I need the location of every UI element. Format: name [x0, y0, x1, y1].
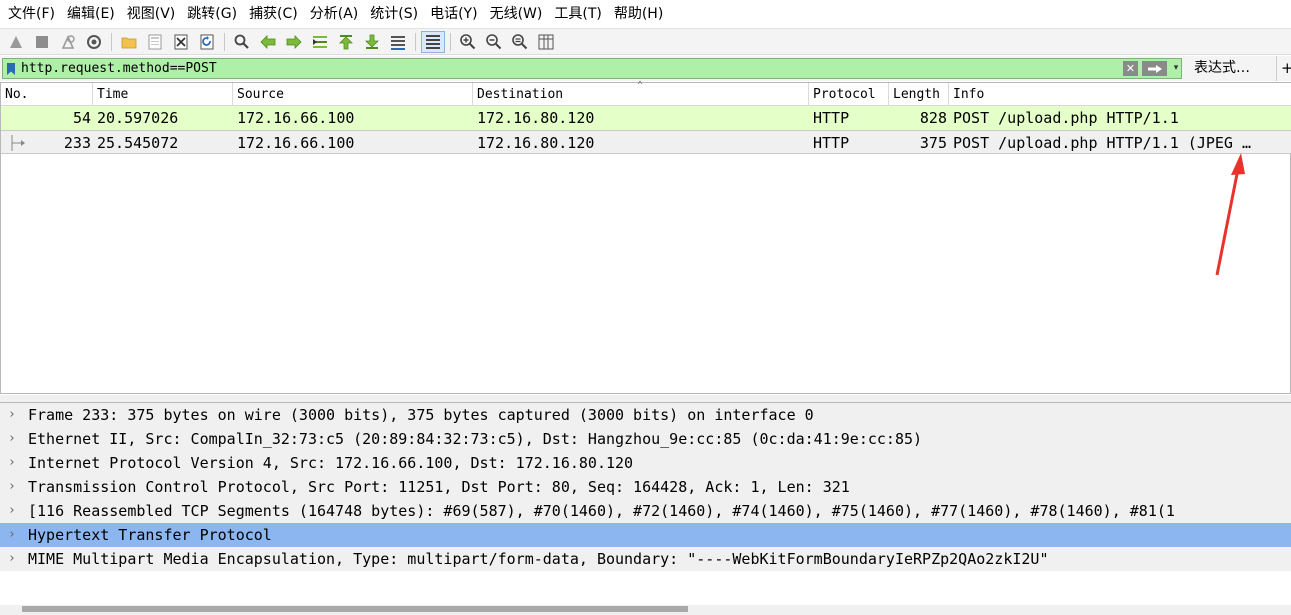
toolbar-divider: [111, 32, 112, 51]
tree-item-label: MIME Multipart Media Encapsulation, Type…: [28, 550, 1049, 568]
tree-item-label: Frame 233: 375 bytes on wire (3000 bits)…: [28, 406, 814, 424]
stop-capture-icon[interactable]: [30, 31, 54, 53]
resize-columns-icon[interactable]: [534, 31, 558, 53]
tree-item-mime-multipart[interactable]: › MIME Multipart Media Encapsulation, Ty…: [0, 547, 1291, 571]
start-capture-icon[interactable]: [4, 31, 28, 53]
menu-statistics[interactable]: 统计(S): [364, 0, 424, 28]
column-header-length[interactable]: Length: [889, 83, 949, 106]
packet-source: 172.16.66.100: [237, 134, 355, 152]
menu-go[interactable]: 跳转(G): [181, 0, 243, 28]
pane-splitter[interactable]: [0, 395, 1291, 402]
main-toolbar: [0, 28, 1291, 55]
go-last-icon[interactable]: [360, 31, 384, 53]
autoscroll-icon[interactable]: [386, 31, 410, 53]
toolbar-divider: [224, 32, 225, 51]
annotation-arrow-icon: [1215, 153, 1245, 276]
packet-time: 25.545072: [97, 134, 179, 152]
tree-item-http[interactable]: › Hypertext Transfer Protocol: [0, 523, 1291, 547]
clear-filter-button[interactable]: ✕: [1123, 61, 1138, 76]
menu-view[interactable]: 视图(V): [121, 0, 182, 28]
tree-item-label: Ethernet II, Src: CompalIn_32:73:c5 (20:…: [28, 430, 923, 448]
horizontal-scrollbar-thumb[interactable]: [22, 606, 688, 612]
zoom-in-icon[interactable]: [456, 31, 480, 53]
display-filter-bar: ✕ ▾: [0, 56, 1291, 81]
toolbar-divider: [450, 32, 451, 51]
column-header-info[interactable]: Info: [949, 83, 1291, 106]
capture-options-icon[interactable]: [82, 31, 106, 53]
tree-item-label: Internet Protocol Version 4, Src: 172.16…: [28, 454, 634, 472]
tree-item-label: Hypertext Transfer Protocol: [28, 526, 272, 544]
packet-destination: 172.16.80.120: [477, 109, 595, 127]
tree-item-tcp[interactable]: › Transmission Control Protocol, Src Por…: [0, 475, 1291, 499]
display-filter-input[interactable]: [19, 59, 1109, 78]
tree-item-reassembled-segments[interactable]: › [116 Reassembled TCP Segments (164748 …: [0, 499, 1291, 523]
close-file-icon[interactable]: [169, 31, 193, 53]
find-packet-icon[interactable]: [230, 31, 254, 53]
reload-file-icon[interactable]: [195, 31, 219, 53]
column-header-time[interactable]: Time: [93, 83, 233, 106]
menu-telephony[interactable]: 电话(Y): [424, 0, 483, 28]
column-header-no[interactable]: No.: [1, 83, 93, 106]
column-header-source[interactable]: Source: [233, 83, 473, 106]
apply-filter-button[interactable]: [1142, 61, 1167, 76]
add-filter-button[interactable]: +: [1276, 56, 1291, 81]
menu-edit[interactable]: 编辑(E): [61, 0, 121, 28]
colorize-icon[interactable]: [421, 30, 445, 53]
chevron-right-icon[interactable]: ›: [8, 403, 16, 427]
expression-button[interactable]: 表达式…: [1194, 56, 1250, 81]
packet-source: 172.16.66.100: [237, 109, 355, 127]
menu-help[interactable]: 帮助(H): [608, 0, 669, 28]
packet-list: No. Time Source Destination Protocol Len…: [0, 80, 1291, 394]
chevron-right-icon[interactable]: ›: [8, 427, 16, 451]
chevron-right-icon[interactable]: ›: [8, 547, 16, 571]
menu-file[interactable]: 文件(F): [2, 0, 61, 28]
filter-bookmark-icon[interactable]: [3, 59, 19, 78]
toolbar-divider: [415, 32, 416, 51]
packet-row[interactable]: 54 20.597026 172.16.66.100 172.16.80.120…: [1, 106, 1291, 130]
packet-destination: 172.16.80.120: [477, 134, 595, 152]
zoom-normal-icon[interactable]: [508, 31, 532, 53]
zoom-out-icon[interactable]: [482, 31, 506, 53]
menu-capture[interactable]: 捕获(C): [243, 0, 304, 28]
chevron-right-icon[interactable]: ›: [8, 475, 16, 499]
packet-row-selected[interactable]: 233 25.545072 172.16.66.100 172.16.80.12…: [1, 130, 1291, 154]
menu-analyze[interactable]: 分析(A): [304, 0, 365, 28]
packet-protocol: HTTP: [813, 134, 850, 152]
save-file-icon[interactable]: [143, 31, 167, 53]
packet-details-tree: › Frame 233: 375 bytes on wire (3000 bit…: [0, 402, 1291, 615]
menu-bar: 文件(F) 编辑(E) 视图(V) 跳转(G) 捕获(C) 分析(A) 统计(S…: [0, 0, 1291, 28]
menu-wireless[interactable]: 无线(W): [484, 0, 549, 28]
packet-no: 54: [72, 109, 91, 127]
sort-caret-icon: ⌃: [637, 80, 644, 91]
go-first-icon[interactable]: [334, 31, 358, 53]
packet-list-header: No. Time Source Destination Protocol Len…: [1, 80, 1291, 106]
open-file-icon[interactable]: [117, 31, 141, 53]
chevron-right-icon[interactable]: ›: [8, 451, 16, 475]
go-back-icon[interactable]: [256, 31, 280, 53]
packet-info: POST /upload.php HTTP/1.1: [953, 109, 1179, 127]
restart-capture-icon[interactable]: [56, 31, 80, 53]
packet-length: 828: [919, 109, 947, 127]
chevron-right-icon[interactable]: ›: [8, 523, 16, 547]
display-filter-field: ✕ ▾: [2, 58, 1182, 79]
filter-history-dropdown[interactable]: ▾: [1170, 60, 1182, 77]
tree-item-ipv4[interactable]: › Internet Protocol Version 4, Src: 172.…: [0, 451, 1291, 475]
go-to-packet-icon[interactable]: [308, 31, 332, 53]
packet-length: 375: [919, 134, 947, 152]
tree-item-ethernet[interactable]: › Ethernet II, Src: CompalIn_32:73:c5 (2…: [0, 427, 1291, 451]
column-header-protocol[interactable]: Protocol: [809, 83, 889, 106]
packet-protocol: HTTP: [813, 109, 850, 127]
go-forward-icon[interactable]: [282, 31, 306, 53]
tree-item-label: Transmission Control Protocol, Src Port:…: [28, 478, 850, 496]
packet-no: 233: [63, 134, 91, 152]
menu-tools[interactable]: 工具(T): [548, 0, 607, 28]
tree-item-frame[interactable]: › Frame 233: 375 bytes on wire (3000 bit…: [0, 403, 1291, 427]
tree-item-label: [116 Reassembled TCP Segments (164748 by…: [28, 502, 1175, 520]
packet-time: 20.597026: [97, 109, 179, 127]
chevron-right-icon[interactable]: ›: [8, 499, 16, 523]
